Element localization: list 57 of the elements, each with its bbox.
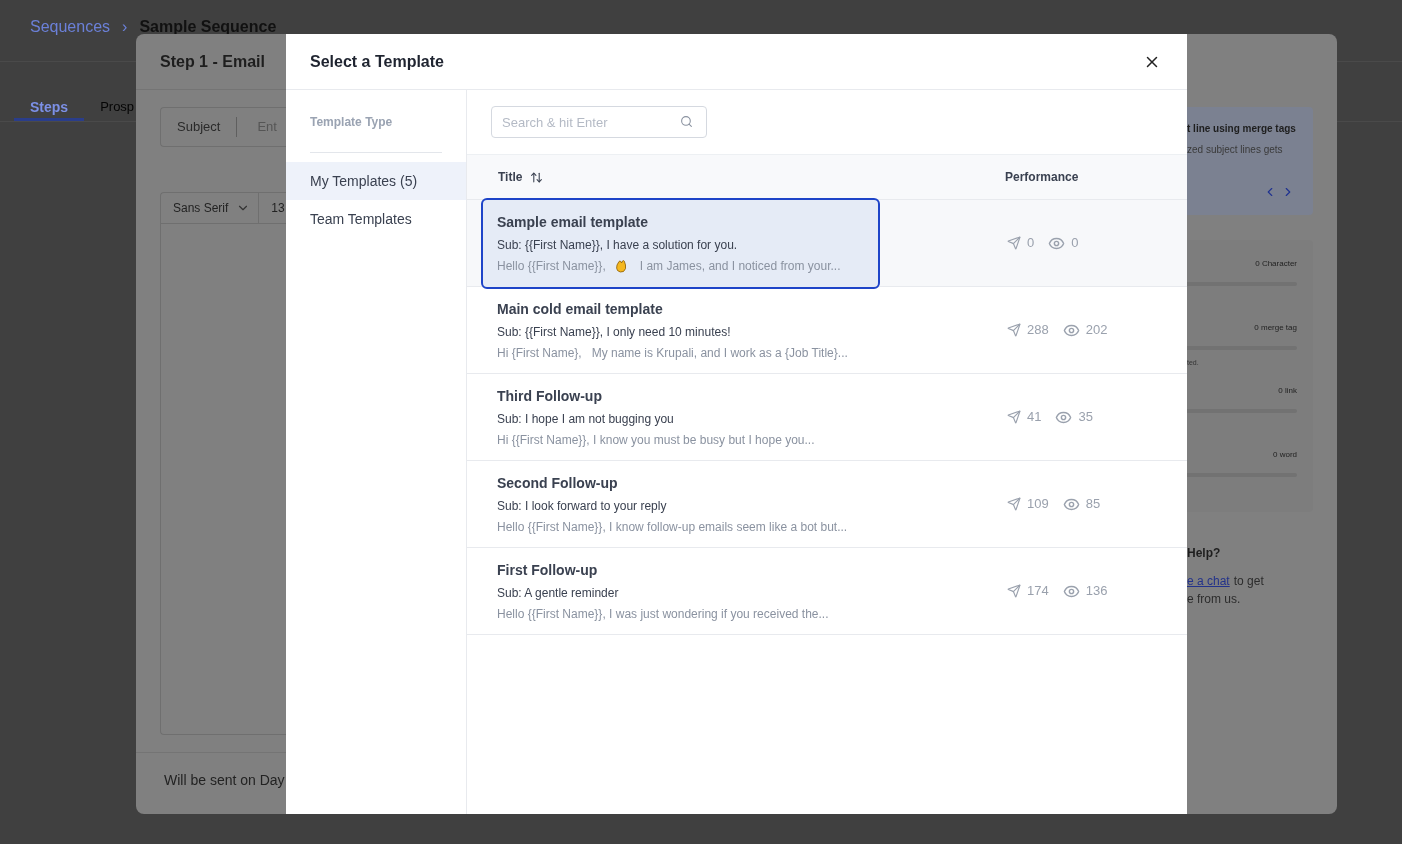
template-subject: Sub: {{First Name}}, I only need 10 minutes!	[497, 323, 732, 341]
template-subject: Sub: {{First Name}}, I have a solution for you.	[497, 236, 739, 254]
open-count: 136	[1085, 582, 1108, 601]
template-preview: Hello {{First Name}},	[497, 257, 606, 275]
help-text: to get	[1233, 573, 1264, 590]
tip-title: t line using merge tags	[1187, 122, 1297, 136]
subject-label: Subject	[176, 118, 222, 137]
template-row[interactable]: Main cold email template Sub: {{First Name}}, I only need 10 minutes! Hi {First Name}, My name is Krupali, and I work as a {Job Title}...	[481, 286, 880, 374]
template-subject: Sub: I hope I am not bugging you	[497, 410, 675, 428]
sent-count: 0	[1027, 234, 1035, 253]
sent-icon	[1007, 497, 1021, 511]
dialog-title: Select a Template	[310, 51, 444, 72]
open-count: 85	[1085, 495, 1101, 514]
sent-icon	[1007, 236, 1021, 250]
column-header[interactable]: Title	[498, 168, 523, 186]
template-title: Main cold email template	[497, 299, 664, 319]
template-type-item[interactable]: Team Templates	[286, 200, 466, 238]
sidebar-heading: Template Type	[310, 115, 393, 129]
template-row[interactable]: Second Follow-up Sub: I look forward to your reply Hello {{First Name}}, I know follow-up emails seem like a bot but...	[481, 460, 880, 548]
font-family-dropdown[interactable]: Sans Serif	[161, 193, 260, 223]
open-count: 202	[1085, 321, 1108, 340]
tip-text: zed subject lines gets	[1187, 143, 1284, 157]
sent-count: 41	[1027, 408, 1042, 427]
sent-count: 288	[1027, 321, 1049, 340]
sent-icon	[1007, 410, 1021, 424]
template-row[interactable]: Sample email template Sub: {{First Name}}, I have a solution for you. Hello {{First Name}}, I am James, and I noticed from your...	[481, 197, 880, 289]
help-text: e from us.	[1187, 591, 1242, 608]
template-type-item[interactable]: My Templates (5)	[286, 162, 466, 200]
help-title: Help?	[1187, 545, 1222, 562]
column-header: Performance	[1004, 169, 1079, 186]
template-preview: Hello {{First Name}}, I was just wondering if you received the...	[497, 605, 829, 623]
template-subject: Sub: A gentle reminder	[497, 584, 620, 602]
sort-icon[interactable]	[530, 170, 544, 184]
sent-icon	[1007, 584, 1021, 598]
step-title: Step 1 - Email	[160, 51, 265, 72]
template-subject: Sub: I look forward to your reply	[497, 497, 668, 515]
template-preview: Hello {{First Name}}, I know follow-up emails seem like a bot but...	[497, 518, 848, 536]
template-row[interactable]: First Follow-up Sub: A gentle reminder Hello {{First Name}}, I was just wondering if you received the...	[481, 547, 880, 635]
template-title: First Follow-up	[497, 560, 599, 580]
sent-icon	[1007, 323, 1021, 337]
template-title: Third Follow-up	[497, 386, 603, 406]
search-field[interactable]: Search & hit Enter	[491, 106, 707, 138]
font-size-dropdown[interactable]: 13	[259, 199, 285, 217]
template-preview: Hi {{First Name}}, I know you must be busy but I hope you...	[497, 431, 815, 449]
send-day-text: Will be sent on Day	[164, 771, 285, 790]
stat-label: 0 word	[1273, 448, 1297, 461]
template-preview: Hi {First Name}, My name is Krupali, and I work as a {Job Title}...	[497, 344, 848, 362]
sent-count: 174	[1027, 582, 1049, 601]
open-count: 0	[1071, 234, 1079, 253]
open-count: 35	[1078, 408, 1093, 427]
breadcrumb-separator: ›	[122, 16, 128, 37]
template-row[interactable]: Third Follow-up Sub: I hope I am not bugging you Hi {{First Name}}, I know you must be busy but I hope you...	[481, 373, 880, 461]
sent-count: 109	[1027, 495, 1049, 514]
template-title: Sample email template	[497, 212, 649, 232]
search-icon	[680, 115, 693, 128]
template-title: Second Follow-up	[497, 473, 619, 493]
template-preview: I am James, and I noticed from your...	[639, 257, 841, 275]
